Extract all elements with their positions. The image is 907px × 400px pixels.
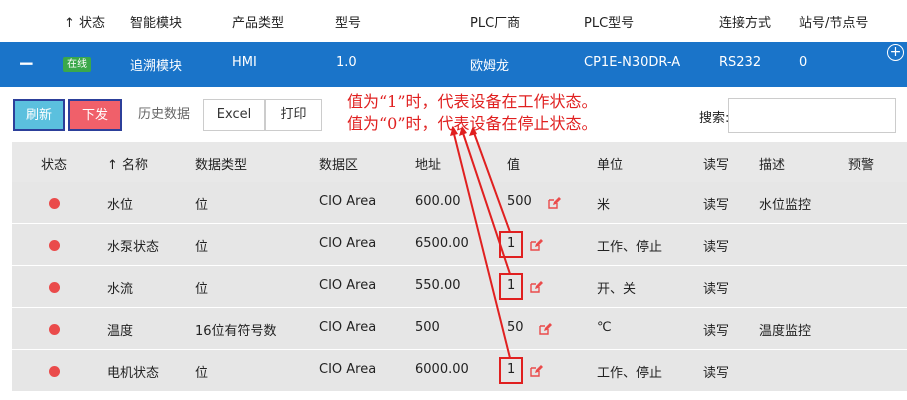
- cell-rw: 读写: [703, 366, 730, 381]
- status-dot-icon: [49, 198, 60, 209]
- cell-value: 1: [507, 236, 516, 251]
- col-data-type: 数据类型: [195, 158, 248, 173]
- annotation-line-1: 值为“1”时，代表设备在工作状态。: [347, 92, 598, 111]
- search-input[interactable]: [728, 98, 896, 133]
- status-dot-icon: [49, 366, 60, 377]
- device-product-type: HMI: [232, 55, 257, 70]
- send-button[interactable]: 下发: [68, 99, 122, 131]
- cell-name: 水泵状态: [107, 240, 160, 255]
- cell-area: CIO Area: [319, 236, 377, 251]
- edit-icon[interactable]: [538, 322, 552, 336]
- cell-address: 6000.00: [415, 362, 469, 377]
- status-dot-icon: [49, 282, 60, 293]
- header-connection: 连接方式: [719, 16, 772, 31]
- device-module: 追溯模块: [130, 59, 183, 74]
- col-status: 状态: [41, 158, 68, 173]
- add-icon[interactable]: +: [887, 44, 904, 61]
- cell-unit: 工作、停止: [597, 366, 663, 381]
- cell-address: 500: [415, 320, 440, 335]
- cell-address: 600.00: [415, 194, 461, 209]
- collapse-button[interactable]: −: [18, 53, 35, 73]
- cell-desc: 水位监控: [759, 198, 812, 213]
- col-name[interactable]: ↑ 名称: [107, 154, 148, 173]
- table-row[interactable]: 温度 16位有符号数 CIO Area 500 50 ℃ 读写 温度监控: [12, 308, 907, 350]
- table-row[interactable]: 水位 位 CIO Area 600.00 500 米 读写 水位监控: [12, 182, 907, 224]
- status-badge: 在线: [63, 57, 91, 72]
- status-dot-icon: [49, 324, 60, 335]
- header-station: 站号/节点号: [799, 16, 869, 31]
- col-desc: 描述: [759, 158, 786, 173]
- data-table-header: 状态 ↑ 名称 数据类型 数据区 地址 值 单位 读写 描述 预警: [12, 142, 907, 182]
- cell-value: 1: [507, 362, 516, 377]
- cell-rw: 读写: [703, 240, 730, 255]
- history-button[interactable]: 历史数据: [124, 99, 204, 131]
- header-status[interactable]: ↑ 状态: [64, 12, 105, 31]
- cell-name: 电机状态: [107, 366, 160, 381]
- cell-name: 水流: [107, 282, 134, 297]
- col-rw: 读写: [703, 158, 730, 173]
- refresh-button[interactable]: 刷新: [13, 99, 65, 131]
- search-label: 搜索:: [699, 111, 730, 126]
- cell-area: CIO Area: [319, 278, 377, 293]
- col-value: 值: [507, 158, 521, 173]
- device-table-header: ↑ 状态 智能模块 产品类型 型号 PLC厂商 PLC型号 连接方式 站号/节点…: [0, 0, 907, 42]
- cell-rw: 读写: [703, 324, 730, 339]
- cell-desc: 温度监控: [759, 324, 812, 339]
- cell-data-type: 位: [195, 282, 209, 297]
- col-address: 地址: [415, 158, 442, 173]
- device-station: 0: [799, 55, 808, 70]
- cell-data-type: 位: [195, 240, 209, 255]
- cell-data-type: 位: [195, 366, 209, 381]
- device-plc-model: CP1E-N30DR-A: [584, 55, 681, 70]
- cell-value: 500: [507, 194, 532, 209]
- cell-rw: 读写: [703, 198, 730, 213]
- cell-value: 1: [507, 278, 516, 293]
- edit-icon[interactable]: [547, 196, 561, 210]
- table-row[interactable]: 电机状态 位 CIO Area 6000.00 1 工作、停止 读写: [12, 350, 907, 392]
- edit-icon[interactable]: [529, 280, 543, 294]
- cell-area: CIO Area: [319, 320, 377, 335]
- cell-rw: 读写: [703, 282, 730, 297]
- cell-name: 温度: [107, 324, 134, 339]
- excel-button[interactable]: Excel: [203, 99, 265, 131]
- header-module: 智能模块: [130, 16, 183, 31]
- cell-data-type: 位: [195, 198, 209, 213]
- cell-unit: 开、关: [597, 282, 637, 297]
- cell-value: 50: [507, 320, 524, 335]
- device-row-selected[interactable]: − 在线 追溯模块 HMI 1.0 欧姆龙 CP1E-N30DR-A RS232…: [0, 42, 907, 87]
- col-unit: 单位: [597, 158, 624, 173]
- header-model: 型号: [335, 16, 362, 31]
- cell-address: 550.00: [415, 278, 461, 293]
- cell-name: 水位: [107, 198, 134, 213]
- header-product-type: 产品类型: [232, 16, 285, 31]
- cell-data-type: 16位有符号数: [195, 324, 277, 339]
- cell-unit: 米: [597, 198, 611, 213]
- status-dot-icon: [49, 240, 60, 251]
- cell-address: 6500.00: [415, 236, 469, 251]
- cell-unit: 工作、停止: [597, 240, 663, 255]
- edit-icon[interactable]: [529, 364, 543, 378]
- table-row[interactable]: 水泵状态 位 CIO Area 6500.00 1 工作、停止 读写: [12, 224, 907, 266]
- table-row[interactable]: 水流 位 CIO Area 550.00 1 开、关 读写: [12, 266, 907, 308]
- print-button[interactable]: 打印: [265, 99, 322, 131]
- header-plc-model: PLC型号: [584, 16, 635, 31]
- col-area: 数据区: [319, 158, 359, 173]
- edit-icon[interactable]: [529, 238, 543, 252]
- device-vendor: 欧姆龙: [470, 59, 510, 74]
- cell-area: CIO Area: [319, 194, 377, 209]
- annotation-line-2: 值为“0”时，代表设备在停止状态。: [347, 114, 598, 133]
- cell-area: CIO Area: [319, 362, 377, 377]
- header-vendor: PLC厂商: [470, 16, 521, 31]
- device-connection: RS232: [719, 55, 762, 70]
- cell-unit: ℃: [597, 320, 612, 335]
- col-alarm: 预警: [848, 158, 875, 173]
- device-model: 1.0: [336, 55, 357, 70]
